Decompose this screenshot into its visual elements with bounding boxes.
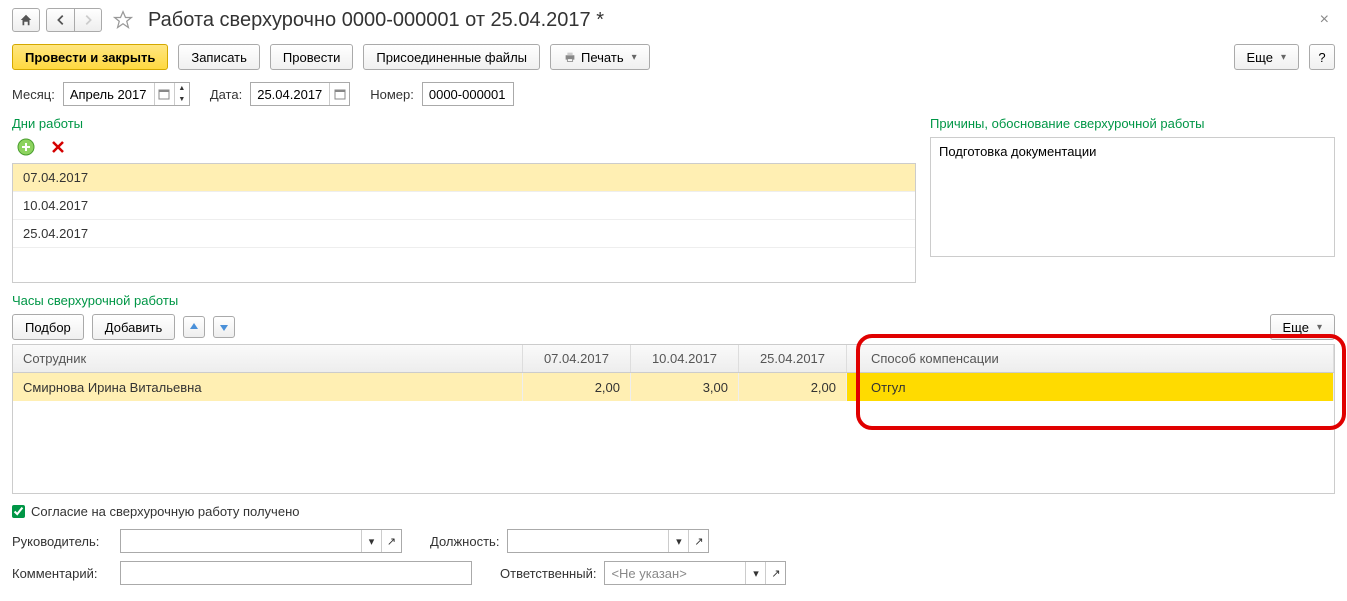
printer-icon xyxy=(563,50,577,64)
more-button[interactable]: Еще xyxy=(1234,44,1299,70)
dropdown-icon[interactable]: ▾ xyxy=(361,530,381,552)
position-label: Должность: xyxy=(430,534,499,549)
manager-input[interactable]: ▾ ↗ xyxy=(120,529,402,553)
number-label: Номер: xyxy=(370,87,414,102)
page-title: Работа сверхурочно 0000-000001 от 25.04.… xyxy=(148,9,604,32)
dropdown-icon[interactable]: ▾ xyxy=(745,562,765,584)
list-item[interactable]: 25.04.2017 xyxy=(13,220,915,248)
move-up-button[interactable] xyxy=(183,316,205,338)
open-icon[interactable]: ↗ xyxy=(765,562,785,584)
close-button[interactable]: × xyxy=(1314,9,1335,31)
workdays-title: Дни работы xyxy=(12,116,916,131)
favorite-icon[interactable] xyxy=(112,9,134,31)
responsible-label: Ответственный: xyxy=(500,566,596,581)
list-item[interactable]: 07.04.2017 xyxy=(13,164,915,192)
table-row[interactable]: Смирнова Ирина Витальевна 2,00 3,00 2,00… xyxy=(13,373,1334,401)
month-down[interactable]: ▼ xyxy=(175,94,189,105)
date-label: Дата: xyxy=(210,87,242,102)
responsible-input[interactable]: ▾ ↗ xyxy=(604,561,786,585)
workdays-list[interactable]: 07.04.2017 10.04.2017 25.04.2017 xyxy=(12,163,916,283)
month-input[interactable]: ▲ ▼ xyxy=(63,82,190,106)
open-icon[interactable]: ↗ xyxy=(688,530,708,552)
add-button[interactable]: Добавить xyxy=(92,314,175,340)
help-button[interactable]: ? xyxy=(1309,44,1335,70)
forward-button[interactable] xyxy=(74,8,102,32)
col-date1[interactable]: 07.04.2017 xyxy=(523,345,631,372)
comment-input[interactable] xyxy=(120,561,472,585)
reasons-textarea[interactable] xyxy=(930,137,1335,257)
hours-title: Часы сверхурочной работы xyxy=(12,293,1335,308)
calendar-icon[interactable] xyxy=(329,83,349,105)
cell-compensation[interactable]: Отгул xyxy=(847,373,1334,401)
consent-label: Согласие на сверхурочную работу получено xyxy=(31,504,299,519)
cell-v1[interactable]: 2,00 xyxy=(523,373,631,401)
cell-v2[interactable]: 3,00 xyxy=(631,373,739,401)
date-input[interactable] xyxy=(250,82,350,106)
hours-grid[interactable]: Сотрудник 07.04.2017 10.04.2017 25.04.20… xyxy=(12,344,1335,494)
add-day-button[interactable] xyxy=(16,137,36,157)
calendar-icon[interactable] xyxy=(154,83,174,105)
hours-more-button[interactable]: Еще xyxy=(1270,314,1335,340)
open-icon[interactable]: ↗ xyxy=(381,530,401,552)
reasons-title: Причины, обоснование сверхурочной работы xyxy=(930,116,1335,131)
col-employee[interactable]: Сотрудник xyxy=(13,345,523,372)
consent-checkbox[interactable] xyxy=(12,505,25,518)
attachments-button[interactable]: Присоединенные файлы xyxy=(363,44,540,70)
save-button[interactable]: Записать xyxy=(178,44,260,70)
col-date3[interactable]: 25.04.2017 xyxy=(739,345,847,372)
manager-label: Руководитель: xyxy=(12,534,112,549)
month-up[interactable]: ▲ xyxy=(175,83,189,94)
position-input[interactable]: ▾ ↗ xyxy=(507,529,709,553)
post-and-close-button[interactable]: Провести и закрыть xyxy=(12,44,168,70)
col-compensation[interactable]: Способ компенсации xyxy=(847,345,1334,372)
back-button[interactable] xyxy=(46,8,74,32)
home-button[interactable] xyxy=(12,8,40,32)
cell-v3[interactable]: 2,00 xyxy=(739,373,847,401)
cell-employee[interactable]: Смирнова Ирина Витальевна xyxy=(13,373,523,401)
post-button[interactable]: Провести xyxy=(270,44,354,70)
number-input[interactable] xyxy=(422,82,514,106)
delete-day-button[interactable] xyxy=(48,137,68,157)
comment-label: Комментарий: xyxy=(12,566,112,581)
col-date2[interactable]: 10.04.2017 xyxy=(631,345,739,372)
dropdown-icon[interactable]: ▾ xyxy=(668,530,688,552)
print-button[interactable]: Печать xyxy=(550,44,650,70)
list-item[interactable]: 10.04.2017 xyxy=(13,192,915,220)
pick-button[interactable]: Подбор xyxy=(12,314,84,340)
month-label: Месяц: xyxy=(12,87,55,102)
move-down-button[interactable] xyxy=(213,316,235,338)
